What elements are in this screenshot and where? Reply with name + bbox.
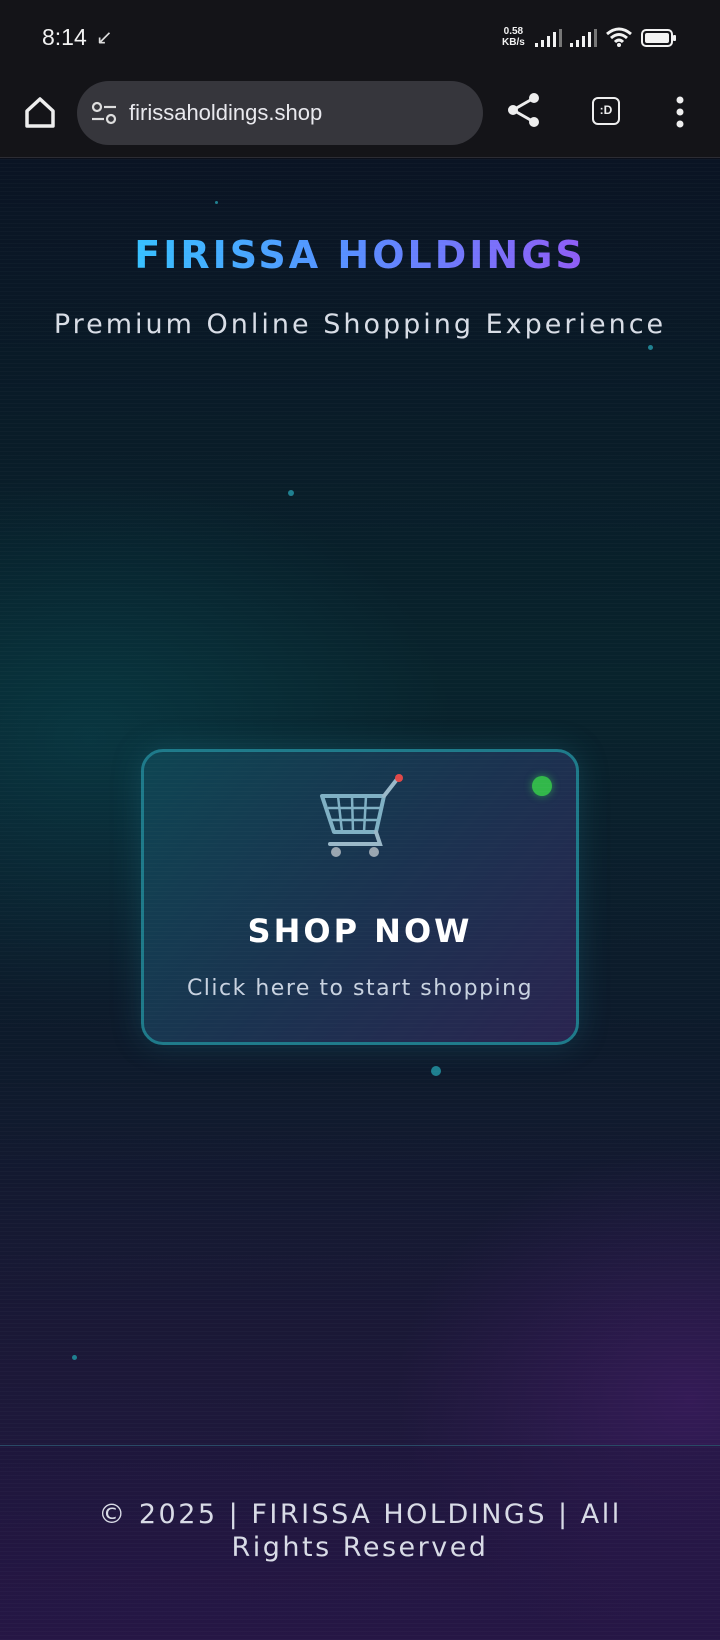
network-speed: 0.58 KB/s xyxy=(502,26,525,48)
site-settings-icon[interactable] xyxy=(91,101,117,125)
page-title: FIRISSA HOLDINGS xyxy=(0,233,720,277)
shop-now-subtitle[interactable]: Click here to start shopping xyxy=(144,976,576,1001)
network-speed-unit: KB/s xyxy=(502,37,525,48)
decorative-particle xyxy=(72,1355,77,1360)
shop-now-title[interactable]: SHOP NOW xyxy=(144,912,576,950)
decorative-particle xyxy=(431,1066,441,1076)
online-status-indicator xyxy=(532,776,552,796)
browser-toolbar: firissaholdings.shop :D xyxy=(0,78,720,158)
home-icon[interactable] xyxy=(20,92,60,132)
footer-copyright: © 2025 | FIRISSA HOLDINGS | All Rights R… xyxy=(98,1499,622,1563)
decorative-particle xyxy=(215,201,218,204)
web-page: FIRISSA HOLDINGS Premium Online Shopping… xyxy=(0,159,720,1640)
battery-icon xyxy=(641,29,676,47)
share-icon[interactable] xyxy=(504,90,544,130)
url-text[interactable]: firissaholdings.shop xyxy=(129,100,322,126)
shopping-cart-icon xyxy=(320,774,403,857)
wifi-icon xyxy=(606,27,632,47)
signal-strength-icon xyxy=(570,29,597,47)
page-footer: © 2025 | FIRISSA HOLDINGS | All Rights R… xyxy=(0,1445,720,1640)
page-tagline: Premium Online Shopping Experience xyxy=(53,309,667,340)
network-speed-value: 0.58 xyxy=(503,26,524,37)
signal-strength-icon xyxy=(535,29,562,47)
more-vertical-icon[interactable] xyxy=(670,92,690,132)
tab-switcher-button[interactable]: :D xyxy=(592,97,620,125)
phone-screen: 8:14 ↙ 0.58 KB/s firissaholdings.shop:D… xyxy=(0,0,720,1640)
address-bar[interactable]: firissaholdings.shop xyxy=(77,81,483,145)
status-time: 8:14 xyxy=(42,24,87,50)
decorative-particle xyxy=(648,345,653,350)
status-bar: 8:14 ↙ 0.58 KB/s xyxy=(0,0,720,78)
download-arrow-icon: ↙ xyxy=(96,25,113,49)
decorative-particle xyxy=(288,490,294,496)
shop-now-card[interactable]: SHOP NOW Click here to start shopping xyxy=(141,749,579,1045)
